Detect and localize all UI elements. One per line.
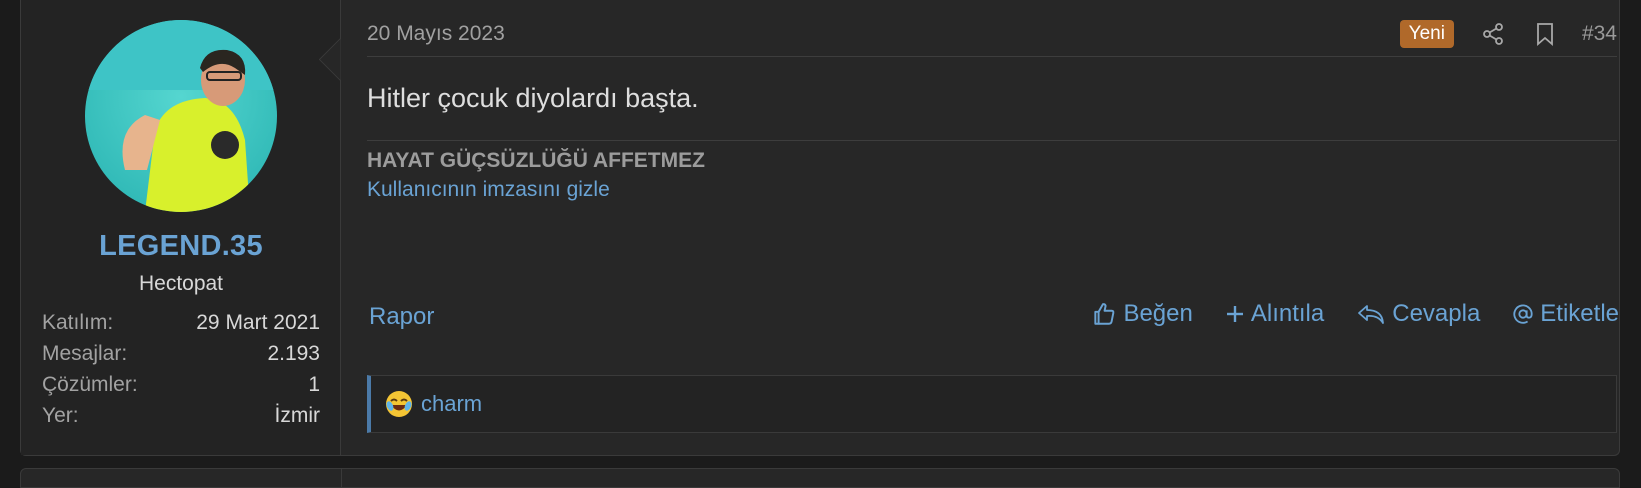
- post-number[interactable]: #34: [1582, 22, 1617, 46]
- quote-label: Alıntıla: [1250, 300, 1325, 327]
- reply-button[interactable]: Cevapla: [1356, 300, 1480, 328]
- stat-solutions: Çözümler: 1: [42, 369, 320, 400]
- stat-value: 29 Mart 2021: [196, 310, 320, 334]
- avatar[interactable]: [85, 20, 277, 212]
- username[interactable]: LEGEND.35: [21, 230, 341, 263]
- like-button[interactable]: Beğen: [1091, 300, 1193, 328]
- laughing-emoji-icon: [386, 391, 412, 417]
- post-card: LEGEND.35 Hectopat Katılım: 29 Mart 2021…: [20, 0, 1620, 456]
- stat-key: Yer:: [42, 403, 79, 427]
- user-stats: Katılım: 29 Mart 2021 Mesajlar: 2.193 Çö…: [42, 307, 320, 431]
- signature: HAYAT GÜÇSÜZLÜĞÜ AFFETMEZ: [367, 149, 705, 172]
- new-badge: Yeni: [1399, 20, 1454, 48]
- tag-button[interactable]: Etiketle: [1512, 300, 1619, 328]
- stat-value: 1: [308, 372, 320, 396]
- share-icon[interactable]: [1478, 19, 1508, 49]
- stat-key: Katılım:: [42, 310, 114, 334]
- post-message: Hitler çocuk diyolardı başta.: [367, 83, 699, 113]
- plus-icon: [1226, 306, 1243, 322]
- stat-value: İzmir: [274, 403, 321, 427]
- user-info-column: LEGEND.35 Hectopat Katılım: 29 Mart 2021…: [21, 0, 341, 455]
- user-title: Hectopat: [138, 272, 224, 295]
- next-post-card: [20, 468, 1620, 488]
- stat-messages: Mesajlar: 2.193: [42, 338, 320, 369]
- report-link[interactable]: Rapor: [369, 303, 434, 331]
- hide-signature-link[interactable]: Kullanıcının imzasını gizle: [367, 178, 610, 202]
- reply-icon: [1358, 305, 1385, 324]
- post-header-actions: Yeni #34: [1399, 19, 1617, 49]
- bookmark-icon[interactable]: [1530, 19, 1560, 49]
- next-post-divider: [341, 469, 342, 487]
- at-icon: [1513, 304, 1533, 324]
- signature-divider: [367, 140, 1617, 141]
- thumbs-up-icon: [1094, 303, 1115, 325]
- reactions-bar[interactable]: charm: [367, 375, 1617, 433]
- stat-key: Mesajlar:: [42, 341, 128, 365]
- stat-joined: Katılım: 29 Mart 2021: [42, 307, 320, 338]
- stat-key: Çözümler:: [42, 372, 138, 396]
- tag-label: Etiketle: [1540, 300, 1619, 327]
- post-date[interactable]: 20 Mayıs 2023: [367, 22, 505, 46]
- reaction-user[interactable]: charm: [421, 391, 482, 417]
- like-label: Beğen: [1123, 300, 1193, 327]
- quote-button[interactable]: Alıntıla: [1225, 300, 1324, 328]
- post-header: 20 Mayıs 2023 Yeni #34: [367, 16, 1617, 57]
- post-actions: Beğen Alıntıla Cevapla Etiketle: [1059, 300, 1619, 328]
- stat-value: 2.193: [267, 341, 320, 365]
- stat-location: Yer: İzmir: [42, 400, 320, 431]
- reply-label: Cevapla: [1392, 300, 1481, 327]
